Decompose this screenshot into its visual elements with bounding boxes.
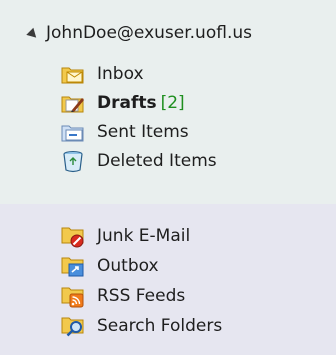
folder-drafts[interactable]: Drafts [2] bbox=[60, 88, 185, 118]
expanded-triangle-icon[interactable] bbox=[26, 27, 40, 41]
folder-label: Sent Items bbox=[97, 122, 189, 142]
inbox-folder-icon bbox=[61, 67, 84, 84]
account-label: JohnDoe@exuser.uofl.us bbox=[46, 23, 252, 43]
folder-label: RSS Feeds bbox=[97, 286, 186, 306]
folder-rss-feeds[interactable]: RSS Feeds bbox=[60, 281, 185, 311]
folder-inbox[interactable]: Inbox bbox=[60, 59, 144, 89]
outbox-folder-icon bbox=[61, 257, 84, 277]
deleted-items-icon bbox=[63, 151, 83, 173]
folder-pane: JohnDoe@exuser.uofl.us Inbox Drafts [2] … bbox=[0, 0, 336, 355]
junk-email-folder-icon bbox=[61, 227, 84, 248]
folder-label: Search Folders bbox=[97, 316, 223, 336]
unread-count-badge: [2] bbox=[160, 93, 185, 113]
sent-items-folder-icon bbox=[61, 125, 84, 142]
folder-label: Junk E-Mail bbox=[97, 226, 191, 246]
account-node[interactable]: JohnDoe@exuser.uofl.us bbox=[26, 20, 252, 46]
folder-label: Drafts bbox=[97, 93, 157, 113]
rss-feeds-folder-icon bbox=[61, 287, 84, 308]
folder-search-folders[interactable]: Search Folders bbox=[60, 311, 222, 341]
folder-junk-email[interactable]: Junk E-Mail bbox=[60, 221, 190, 251]
folder-sent-items[interactable]: Sent Items bbox=[60, 117, 189, 147]
drafts-folder-icon bbox=[61, 96, 84, 113]
folder-outbox[interactable]: Outbox bbox=[60, 251, 159, 281]
folder-label: Deleted Items bbox=[97, 151, 217, 171]
folder-label: Outbox bbox=[97, 256, 159, 276]
folder-label: Inbox bbox=[97, 64, 144, 84]
search-folders-icon bbox=[61, 317, 84, 337]
folder-deleted-items[interactable]: Deleted Items bbox=[60, 146, 217, 176]
